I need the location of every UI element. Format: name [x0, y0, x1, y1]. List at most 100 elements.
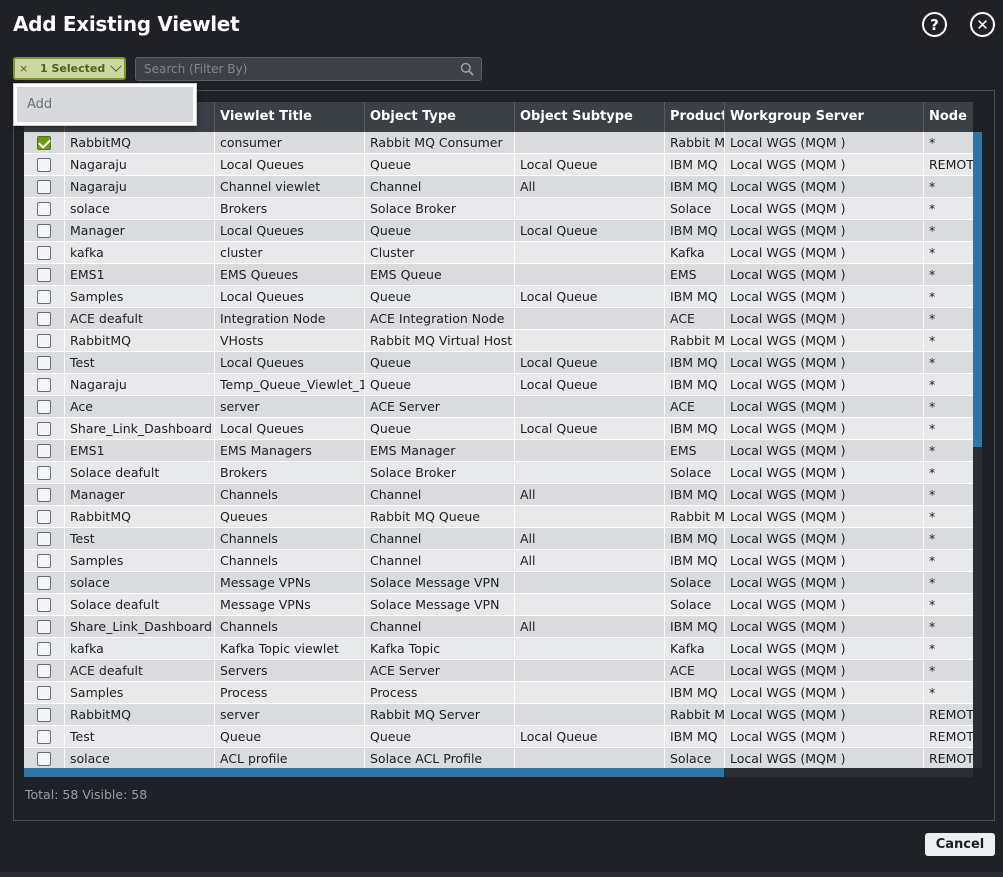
selection-dropdown[interactable]: × 1 Selected	[13, 57, 126, 80]
row-checkbox[interactable]	[37, 488, 51, 502]
table-row[interactable]: EMS1 EMS Managers EMS Manager EMS Local WGS …	[24, 440, 973, 462]
column-header-object-subtype[interactable]: Object Subtype	[514, 102, 664, 132]
row-checkbox[interactable]	[37, 136, 51, 150]
cell-product: IBM MQ	[664, 484, 724, 506]
table-row[interactable]: RabbitMQserverRabbit MQ Server Rabbit MQL…	[24, 704, 973, 726]
table-row[interactable]: Share_Link_Dashboard Local Queues Queue Loc…	[24, 418, 973, 440]
table-row[interactable]: Test Channels Channel All IBM MQ Local WGS (M…	[24, 528, 973, 550]
table-row[interactable]: kafka cluster Cluster Kafka Local WGS (MQM )…	[24, 242, 973, 264]
table-row[interactable]: ACE deafult Servers ACE Server ACE Local WGS…	[24, 660, 973, 682]
row-checkbox[interactable]	[37, 290, 51, 304]
cell-dashboard: RabbitMQ	[64, 330, 214, 352]
horizontal-scrollbar[interactable]	[24, 768, 973, 777]
vertical-scrollbar[interactable]	[973, 132, 982, 768]
column-header-workgroup-server[interactable]: Workgroup Server	[724, 102, 923, 132]
table-row[interactable]: RabbitMQ consumer Rabbit MQ Consumer Rabbit…	[24, 132, 973, 154]
row-checkbox[interactable]	[37, 642, 51, 656]
table-row[interactable]: Solace deafult Brokers Solace Broker Solace…	[24, 462, 973, 484]
table-row[interactable]: Manager Channels Channel All IBM MQ Local WGS…	[24, 484, 973, 506]
column-header-node[interactable]: Node	[923, 102, 973, 132]
row-checkbox[interactable]	[37, 180, 51, 194]
cell-dashboard: Manager	[64, 484, 214, 506]
search-input[interactable]	[144, 62, 444, 76]
table-row[interactable]: RabbitMQQueuesRabbit MQ Queue Rabbit MQLo…	[24, 506, 973, 528]
cell-dashboard: EMS1	[64, 264, 214, 286]
cancel-button[interactable]: Cancel	[925, 833, 995, 856]
table-row[interactable]: Share_Link_Dashboard Channels Channel All IB…	[24, 616, 973, 638]
table-row[interactable]: Nagaraju Channel viewlet Channel All IBM MQ L…	[24, 176, 973, 198]
horizontal-scroll-thumb[interactable]	[24, 768, 724, 777]
row-checkbox[interactable]	[37, 378, 51, 392]
search-icon[interactable]	[460, 62, 474, 76]
row-checkbox[interactable]	[37, 554, 51, 568]
table-row[interactable]: ACE deafult Integration Node ACE Integrati…	[24, 308, 973, 330]
table-row[interactable]: solace ACL profile Solace ACL Profile Solac…	[24, 748, 973, 768]
cell-product: IBM MQ	[664, 220, 724, 242]
row-checkbox[interactable]	[37, 356, 51, 370]
row-checkbox[interactable]	[37, 664, 51, 678]
table-row[interactable]: Test Local Queues Queue Local Queue IBM MQ Lo…	[24, 352, 973, 374]
row-checkbox[interactable]	[37, 224, 51, 238]
row-checkbox[interactable]	[37, 708, 51, 722]
menu-item-add[interactable]: Add	[17, 87, 193, 122]
table-row[interactable]: Nagaraju Local Queues Queue Local Queue IBM …	[24, 154, 973, 176]
cell-object-type: Channel	[364, 484, 514, 506]
cell-object-type: Channel	[364, 616, 514, 638]
table-row[interactable]: Manager Local Queues Queue Local Queue IBM M…	[24, 220, 973, 242]
row-checkbox[interactable]	[37, 752, 51, 766]
cell-object-subtype	[514, 572, 664, 594]
cell-workgroup-server: Local WGS (MQM )	[724, 550, 923, 572]
cell-node: *	[923, 286, 973, 308]
cell-dashboard: Test	[64, 352, 214, 374]
table-row[interactable]: Solace deafult Message VPNs Solace Message…	[24, 594, 973, 616]
table-row[interactable]: solace Brokers Solace Broker Solace Local WG…	[24, 198, 973, 220]
row-checkbox[interactable]	[37, 730, 51, 744]
row-checkbox[interactable]	[37, 532, 51, 546]
row-checkbox[interactable]	[37, 620, 51, 634]
cell-workgroup-server: Local WGS (MQM )	[724, 154, 923, 176]
cell-product: IBM MQ	[664, 726, 724, 748]
row-checkbox[interactable]	[37, 202, 51, 216]
row-checkbox[interactable]	[37, 422, 51, 436]
row-checkbox[interactable]	[37, 466, 51, 480]
row-checkbox[interactable]	[37, 598, 51, 612]
cell-object-type: Queue	[364, 220, 514, 242]
cell-dashboard: Nagaraju	[64, 154, 214, 176]
vertical-scroll-thumb[interactable]	[973, 132, 982, 447]
row-checkbox[interactable]	[37, 334, 51, 348]
cell-product: Solace	[664, 594, 724, 616]
row-checkbox[interactable]	[37, 510, 51, 524]
question-circle-icon[interactable]: ?	[922, 12, 947, 37]
row-checkbox[interactable]	[37, 444, 51, 458]
row-checkbox[interactable]	[37, 576, 51, 590]
cell-dashboard: RabbitMQ	[64, 506, 214, 528]
row-checkbox[interactable]	[37, 312, 51, 326]
table-row[interactable]: Test Queue Queue Local Queue IBM MQ Local WGS…	[24, 726, 973, 748]
table-row[interactable]: Ace server ACE Server ACE Local WGS (MQM ) *	[24, 396, 973, 418]
table-row[interactable]: Samples Local Queues Queue Local Queue IBM M…	[24, 286, 973, 308]
table-row[interactable]: Samples Channels Channel All IBM MQ Local WGS…	[24, 550, 973, 572]
cell-object-subtype	[514, 308, 664, 330]
cell-viewlet-title: Local Queues	[214, 286, 364, 308]
table-row[interactable]: kafka Kafka Topic viewlet Kafka Topic Kafka…	[24, 638, 973, 660]
cell-object-subtype	[514, 264, 664, 286]
column-header-viewlet-title[interactable]: Viewlet Title	[214, 102, 364, 132]
row-checkbox[interactable]	[37, 400, 51, 414]
row-checkbox[interactable]	[37, 686, 51, 700]
table-row[interactable]: Nagaraju Temp_Queue_Viewlet_1 Queue Local Q…	[24, 374, 973, 396]
cell-object-type: Solace Broker	[364, 462, 514, 484]
cell-object-subtype: All	[514, 176, 664, 198]
clear-selection-icon[interactable]: ×	[19, 62, 31, 75]
row-checkbox[interactable]	[37, 268, 51, 282]
table-row[interactable]: EMS1 EMS Queues EMS Queue EMS Local WGS (MQM…	[24, 264, 973, 286]
table-row[interactable]: RabbitMQ VHosts Rabbit MQ Virtual Host Rabb…	[24, 330, 973, 352]
row-checkbox[interactable]	[37, 158, 51, 172]
column-header-product[interactable]: Product	[664, 102, 724, 132]
table-row[interactable]: solace Message VPNs Solace Message VPN Sola…	[24, 572, 973, 594]
cell-object-subtype: Local Queue	[514, 352, 664, 374]
row-checkbox[interactable]	[37, 246, 51, 260]
cell-product: Solace	[664, 198, 724, 220]
column-header-object-type[interactable]: Object Type	[364, 102, 514, 132]
table-row[interactable]: Samples Process Process IBM MQ Local WGS (MQ…	[24, 682, 973, 704]
close-circle-icon[interactable]: ✕	[970, 12, 995, 37]
